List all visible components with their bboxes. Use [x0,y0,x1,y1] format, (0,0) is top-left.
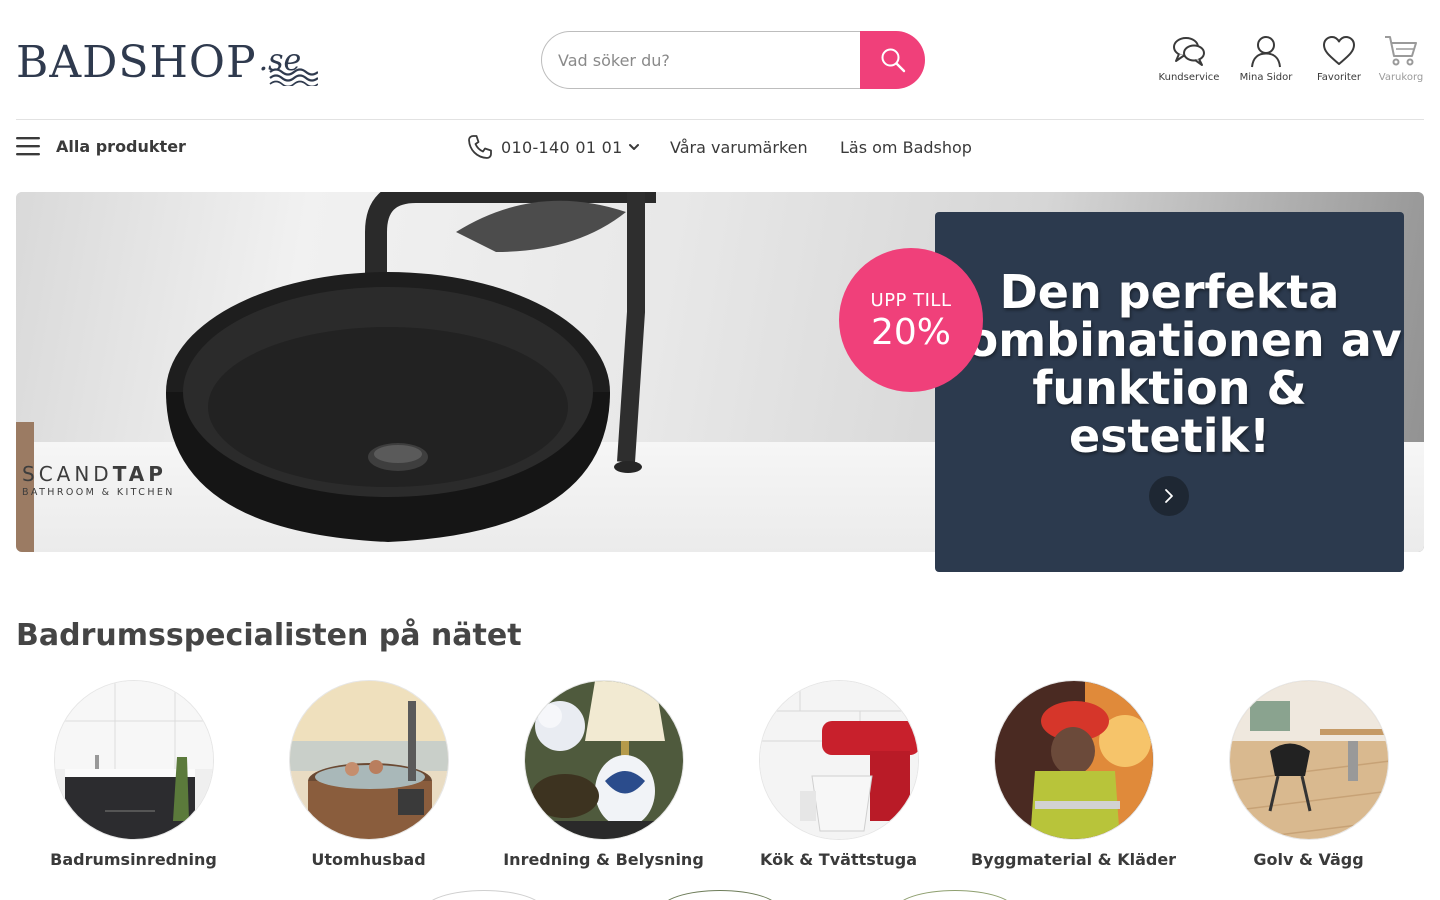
category-label: Kök & Tvättstuga [759,850,918,869]
scandtap-brand-mark: SCANDTAP BATHROOM & KITCHEN [22,462,175,498]
nav-about-link[interactable]: Läs om Badshop [840,138,972,157]
category-image-partial [424,890,544,900]
favorites-label: Favoriter [1316,72,1362,83]
my-pages-button[interactable]: Mina Sidor [1236,32,1296,83]
customer-service-label: Kundservice [1158,72,1220,83]
chevron-right-icon [1165,489,1173,503]
badshop-logo[interactable]: BADSHOP .se [16,34,318,88]
cart-label: Varukorg [1378,72,1424,83]
main-nav: Alla produkter 010-140 01 01 Våra varumä… [0,120,1440,174]
promo-headline: Den perfekta kombinationen av funktion &… [937,265,1402,463]
category-image [993,680,1154,840]
black-sink-faucet-image [166,192,656,542]
category-label: Byggmaterial & Kläder [970,850,1177,869]
search-button[interactable] [860,31,925,89]
hamburger-menu-icon [16,137,40,156]
heart-icon [1323,36,1355,65]
category-image [758,680,919,840]
category-image [288,680,449,840]
phone-icon [468,135,492,159]
site-header: BADSHOP .se Kunds [0,0,1440,120]
category-image [523,680,684,840]
category-kok-tvattstuga[interactable]: Kök & Tvättstuga [721,680,956,869]
section-title: Badrumsspecialisten på nätet [16,618,522,653]
carousel-next-button[interactable] [1149,476,1189,516]
discount-badge: UPP TILL 20% [839,248,983,392]
category-label: Utomhusbad [311,850,426,869]
category-byggmaterial-klader[interactable]: Byggmaterial & Kläder [956,680,1191,869]
brand-name-light: SCAND [22,462,113,486]
category-inredning-belysning[interactable]: Inredning & Belysning [486,680,721,869]
search-icon [881,48,905,73]
all-products-label: Alla produkter [56,136,186,156]
customer-service-button[interactable]: Kundservice [1154,32,1224,83]
category-badrumsinredning[interactable]: Badrumsinredning [16,680,251,869]
all-products-menu[interactable]: Alla produkter [16,136,186,156]
category-label: Inredning & Belysning [503,850,704,869]
brand-subtitle: BATHROOM & KITCHEN [22,487,175,498]
search-bar [541,31,925,89]
category-label: Golv & Vägg [1253,850,1364,869]
promo-panel: Den perfekta kombinationen av funktion &… [935,212,1404,572]
user-icon [1251,36,1281,68]
brand-name-bold: TAP [112,462,167,486]
header-actions: Kundservice Mina Sidor Favoriter Varukor… [1154,32,1424,83]
category-golv-vagg[interactable]: Golv & Vägg [1191,680,1426,869]
category-image [53,680,214,840]
nav-brands-link[interactable]: Våra varumärken [670,138,808,157]
category-utomhusbad[interactable]: Utomhusbad [251,680,486,869]
logo-waves-icon [269,68,318,86]
category-image-partial [660,890,780,900]
cart-button[interactable]: Varukorg [1378,32,1424,83]
logo-text: BADSHOP [16,37,257,88]
category-list: Badrumsinredning Utomhusbad Inredning & … [16,680,1424,880]
category-label: Badrumsinredning [50,850,217,869]
cart-icon [1385,36,1417,66]
my-pages-label: Mina Sidor [1239,72,1293,83]
phone-number: 010-140 01 01 [501,137,623,157]
category-image-partial [895,890,1015,900]
favorites-button[interactable]: Favoriter [1310,32,1368,83]
search-input[interactable] [541,31,861,89]
category-image [1228,680,1389,840]
discount-badge-top: UPP TILL [870,290,952,311]
phone-dropdown[interactable]: 010-140 01 01 [467,134,641,160]
chat-bubbles-icon [1173,37,1205,66]
chevron-down-icon [628,144,639,150]
discount-badge-value: 20% [870,312,951,353]
